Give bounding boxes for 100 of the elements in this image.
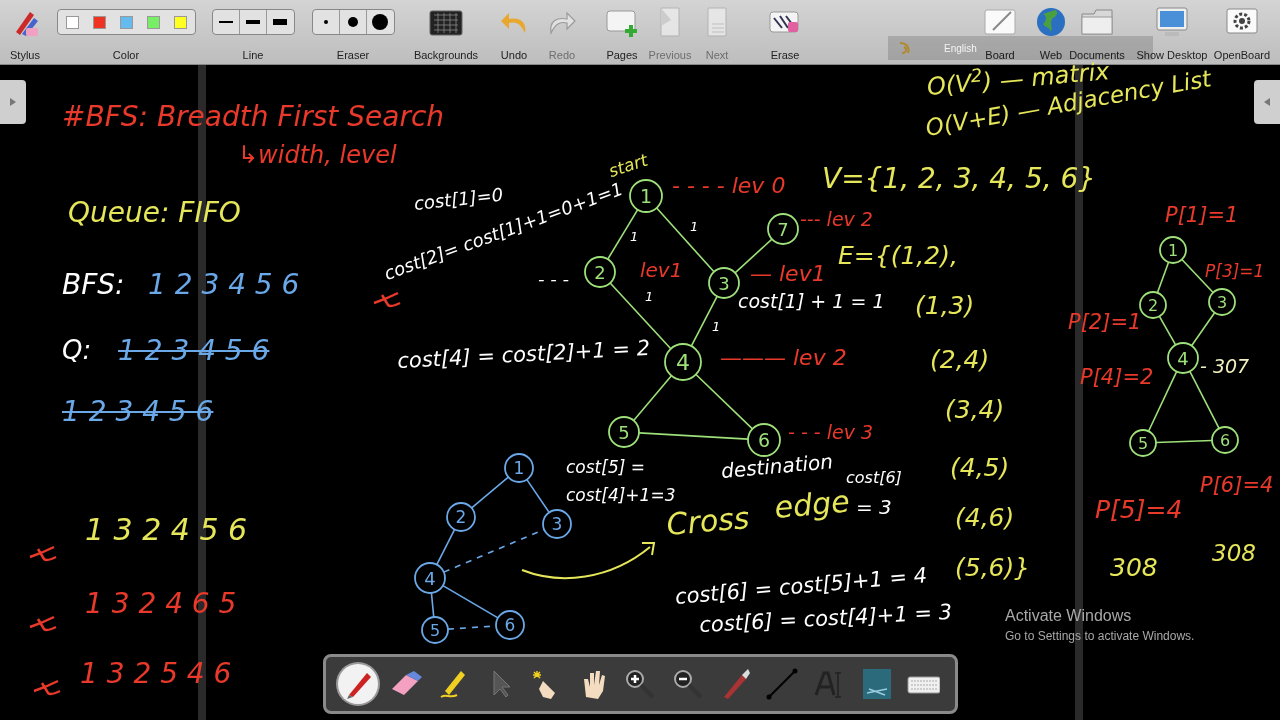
handwritten-text: P[4]=2 (1080, 367, 1154, 388)
handwritten-text: 1 (630, 230, 639, 243)
handwritten-text: cost[1] + 1 = 1 (738, 292, 885, 311)
line-width-icon (273, 19, 287, 25)
handwritten-text: - - - - lev 0 (672, 175, 786, 197)
handwritten-text: E={(1,2), (838, 243, 958, 268)
color-swatch[interactable] (173, 15, 187, 29)
handwritten-text: P[5]=4 (1095, 497, 1183, 522)
pencil-paper-icon (983, 6, 1017, 38)
handwritten-text: lev1 (640, 260, 683, 280)
handwritten-text: (3,4) (945, 397, 1005, 422)
scribble-mark (28, 613, 58, 633)
color-swatch[interactable] (146, 15, 160, 29)
stylus-tool-button[interactable]: Stylus (4, 4, 46, 62)
dot-size-icon (372, 14, 388, 30)
graph-node: 4 (414, 562, 446, 594)
handwritten-text: (2,4) (930, 347, 990, 372)
handwritten-text: Q: (62, 337, 92, 363)
crossed-out-handwritten-text: 1 2 3 4 5 6 (62, 398, 214, 426)
backgrounds-tool-button[interactable]: Backgrounds (415, 4, 477, 62)
handwritten-text: 1 2 3 4 5 6 (148, 271, 300, 299)
line-width-selector[interactable] (211, 9, 295, 35)
graph-node: 4 (664, 343, 702, 381)
handwritten-text: 1 3 2 4 6 5 (85, 590, 237, 618)
side-panel-tab[interactable] (0, 80, 26, 124)
line-width-icon (218, 21, 233, 23)
handwritten-text: (4,5) (950, 455, 1010, 480)
graph-node: 5 (1129, 429, 1157, 457)
grid-board-icon (428, 7, 464, 37)
graph-node: 5 (421, 616, 449, 644)
graph-node: 6 (1211, 426, 1239, 454)
folder-icon (1080, 6, 1114, 38)
handwritten-text: Queue: FIFO (68, 199, 241, 227)
color-tool-button[interactable]: Color (57, 4, 195, 62)
color-swatch[interactable] (119, 15, 133, 29)
dot-size-icon (347, 17, 358, 27)
graph-node: 2 (446, 502, 476, 532)
eraser-size-selector[interactable] (311, 9, 395, 35)
scribble-mark (28, 543, 58, 563)
eraser-tool-button[interactable]: Eraser (312, 4, 394, 62)
handwritten-text: 1 (690, 220, 699, 233)
handwritten-text: 308 (1110, 555, 1158, 580)
graph-node: 2 (1139, 291, 1167, 319)
color-swatch[interactable] (92, 15, 106, 29)
handwritten-text: start (606, 151, 650, 180)
handwritten-text: (5,6)} (955, 555, 1031, 580)
handwritten-text: Cross (665, 502, 751, 540)
crossed-out-handwritten-text: 1 2 3 4 5 6 (118, 337, 270, 365)
openboard-tool-button[interactable]: OpenBoard (1212, 4, 1272, 62)
desktop-tool-button[interactable]: Show Desktop (1137, 4, 1207, 62)
pages-tool-button[interactable]: Pages (598, 4, 646, 62)
handwritten-text: P[6]=4 (1200, 475, 1274, 496)
handwritten-text: 1 (712, 320, 721, 333)
handwritten-text: - 307 (1200, 357, 1250, 376)
expand-icon (1262, 97, 1272, 107)
handwritten-text: 1 3 2 5 4 6 (80, 660, 232, 688)
graph-node: 7 (767, 213, 799, 245)
undo-tool-button[interactable]: Undo (495, 4, 533, 62)
erase-tool-button[interactable]: Erase (755, 4, 815, 62)
line-tool-button[interactable]: Line (210, 4, 296, 62)
globe-icon (1035, 6, 1067, 38)
graph-node: 3 (708, 267, 740, 299)
handwritten-text: --- lev 2 (800, 210, 873, 229)
graph-node: 4 (1167, 342, 1199, 374)
dot-size-icon (323, 20, 328, 24)
handwritten-text: - - - lev 3 (788, 423, 874, 442)
scribble-mark (372, 289, 402, 309)
color-palette[interactable] (56, 9, 196, 35)
graph-node: 6 (495, 610, 525, 640)
graph-node: 2 (584, 256, 616, 288)
graph-node: 6 (747, 423, 781, 457)
pen-tool-button[interactable] (338, 664, 378, 704)
handwritten-text: P[2]=1 (1068, 312, 1142, 333)
handwritten-text: P[3]=1 (1205, 263, 1265, 280)
graph-node: 1 (504, 453, 534, 483)
handwritten-text: ↳width, level (238, 143, 397, 167)
graph-node: 1 (1159, 236, 1187, 264)
handwritten-text: cost[4] = cost[2]+1 = 2 (396, 337, 651, 372)
expand-icon (8, 97, 18, 107)
color-swatch[interactable] (65, 15, 79, 29)
line-width-icon (245, 20, 260, 24)
handwritten-text: 1 3 2 4 5 6 (85, 515, 248, 545)
handwritten-text: - - - (538, 270, 569, 288)
handwritten-text: BFS: (62, 271, 125, 299)
scribble-mark (32, 677, 62, 697)
handwritten-text: — lev1 (750, 263, 826, 285)
handwritten-text: ——— lev 2 (720, 347, 847, 369)
handwritten-text: (1,3) (915, 293, 975, 318)
handwritten-text: cost[6] (846, 470, 902, 486)
handwritten-text: P[1]=1 (1165, 205, 1239, 226)
handwritten-text: = 3 (856, 497, 892, 517)
board-tool-button[interactable]: Board (975, 4, 1025, 62)
handwritten-text: cost[4]+1=3 (566, 487, 676, 504)
documents-tool-button[interactable]: Documents (1068, 4, 1126, 62)
handwritten-text: 1 (645, 290, 654, 303)
handwritten-text: edge (773, 486, 851, 523)
handwritten-text: cost[5] = (566, 459, 645, 476)
gear-icon (1225, 7, 1259, 37)
side-panel-tab[interactable] (1254, 80, 1280, 124)
monitor-icon (1155, 6, 1189, 38)
